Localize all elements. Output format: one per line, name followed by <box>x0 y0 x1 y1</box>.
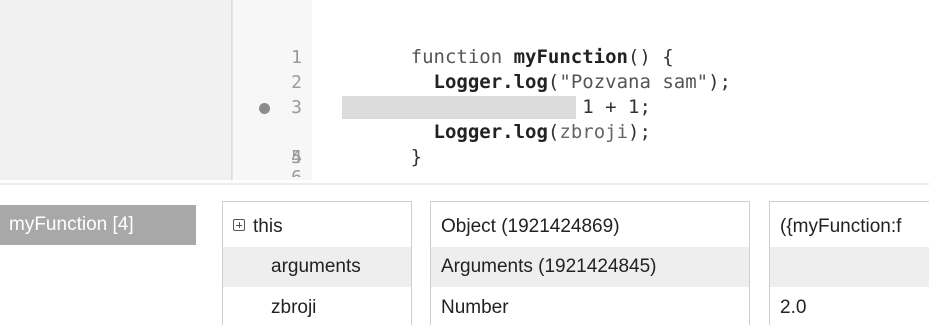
variable-value-column: ({myFunction:f 2.0 <box>769 201 929 325</box>
variable-value-cell[interactable]: 2.0 <box>770 288 929 325</box>
code-line-6[interactable]: 6 <box>232 152 929 177</box>
line-number[interactable]: 6 <box>272 165 302 177</box>
variable-type-cell[interactable]: Object (1921424869) <box>431 207 749 247</box>
variable-row-zbroji[interactable]: zbroji <box>223 288 411 325</box>
variable-name: arguments <box>271 256 361 277</box>
code-line-4-current[interactable]: 4 Logger.log(zbroji); <box>232 95 929 168</box>
code-line-5[interactable]: 5 } <box>232 120 929 168</box>
variable-name-column: this arguments zbroji <box>222 201 412 325</box>
expand-plus-icon[interactable] <box>233 219 245 232</box>
editor-left-blank-pane <box>0 0 232 180</box>
variable-type-column: Object (1921424869) Arguments (192142484… <box>430 201 750 325</box>
variables-table: this arguments zbroji Object (1921424869… <box>222 201 929 325</box>
variable-value-cell[interactable] <box>770 247 929 287</box>
variable-name: zbroji <box>271 297 317 318</box>
panel-divider[interactable] <box>0 183 929 185</box>
variable-type-cell[interactable]: Number <box>431 288 749 325</box>
code-line-1[interactable]: 1 function myFunction() { <box>232 20 929 68</box>
call-stack-frame[interactable]: myFunction [4] <box>0 205 196 245</box>
variable-row-this[interactable]: this <box>223 207 411 247</box>
variable-value-cell[interactable]: ({myFunction:f <box>770 207 929 247</box>
variable-row-arguments[interactable]: arguments <box>223 247 411 287</box>
variable-type-cell[interactable]: Arguments (1921424845) <box>431 247 749 287</box>
code-line-3[interactable]: 3 var zbroji = 1 + 1; <box>232 70 929 118</box>
code-editor[interactable]: 1 function myFunction() { 2 Logger.log("… <box>232 0 929 180</box>
variable-name: this <box>253 216 283 237</box>
code-line-2[interactable]: 2 Logger.log("Pozvana sam"); <box>232 45 929 93</box>
breakpoint-dot-icon[interactable] <box>259 103 270 114</box>
